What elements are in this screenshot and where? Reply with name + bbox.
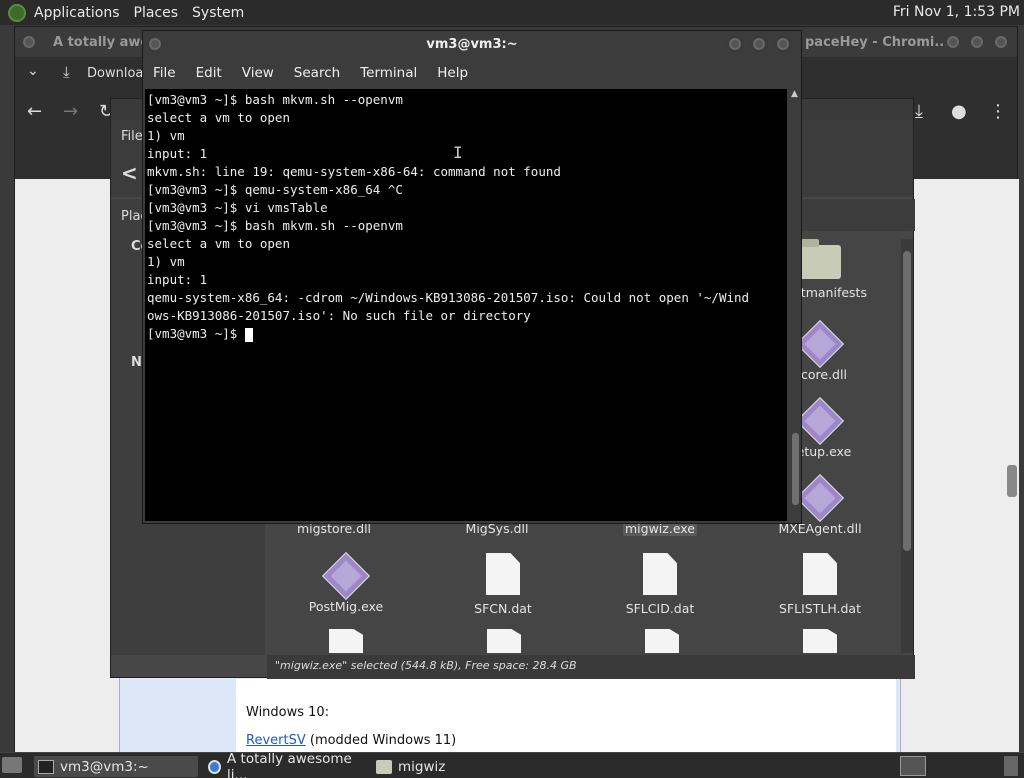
file-item[interactable]: SFLCID.dat	[585, 553, 735, 616]
folder-icon	[799, 239, 841, 279]
menu-edit[interactable]: Edit	[196, 65, 222, 81]
file-icon-partial[interactable]	[487, 629, 521, 653]
file-item[interactable]: SFLISTLH.dat	[745, 553, 895, 616]
trash-icon[interactable]	[1004, 756, 1018, 776]
chromium-scrollbar[interactable]	[1007, 465, 1017, 497]
terminal-line: [vm3@vm3 ~]$ vi vmsTable	[147, 200, 328, 215]
dll-icon	[795, 473, 845, 523]
file-manager-statusbar: "migwiz.exe" selected (544.8 kB), Free s…	[267, 655, 915, 679]
file-icon-partial[interactable]	[645, 629, 679, 653]
terminal-menubar: File Edit View Search Terminal Help	[143, 59, 801, 87]
close-icon[interactable]	[993, 34, 1009, 50]
sidebar-network-label: N	[131, 355, 142, 370]
terminal-titlebar[interactable]: vm3@vm3:~	[143, 31, 801, 59]
terminal-output[interactable]: [vm3@vm3 ~]$ bash mkvm.sh --openvm selec…	[145, 89, 787, 521]
menu-file[interactable]: File	[153, 65, 176, 81]
terminal-line: 1) vm	[147, 128, 185, 143]
chromium-icon	[208, 760, 222, 774]
chromium-title-right: paceHey - Chromi...	[805, 35, 950, 50]
download-tray-icon[interactable]: ⤓	[915, 101, 923, 122]
file-item[interactable]: SFCN.dat	[428, 553, 578, 616]
minimize-icon[interactable]	[945, 34, 961, 50]
fm-back-icon[interactable]: <	[121, 161, 138, 185]
system-menu[interactable]: System	[192, 5, 244, 21]
window-menu-icon[interactable]	[21, 34, 37, 50]
terminal-window: vm3@vm3:~ File Edit View Search Terminal…	[142, 30, 802, 524]
window-menu-icon[interactable]	[147, 36, 163, 52]
task-file-manager[interactable]: migwiz	[372, 756, 536, 777]
terminal-prompt: [vm3@vm3 ~]$	[147, 326, 245, 341]
page-heading: Windows 10:	[246, 705, 330, 720]
terminal-line: mkvm.sh: line 19: qemu-system-x86-64: co…	[147, 164, 561, 179]
scrollbar-thumb[interactable]	[792, 433, 799, 505]
more-menu-icon[interactable]: ⋮	[989, 101, 1007, 122]
task-terminal[interactable]: vm3@vm3:~	[34, 756, 198, 777]
file-icon-partial[interactable]	[329, 629, 363, 653]
file-icon	[803, 553, 837, 595]
file-icon-partial[interactable]	[803, 629, 837, 653]
file-icon	[486, 553, 520, 595]
task-chromium[interactable]: A totally awesome li...	[204, 751, 368, 778]
maximize-icon[interactable]	[751, 36, 767, 52]
terminal-title: vm3@vm3:~	[426, 37, 518, 52]
exe-icon	[321, 551, 371, 601]
file-manager-scrollbar[interactable]	[901, 239, 913, 653]
text-cursor-icon: I	[453, 143, 463, 162]
close-icon[interactable]	[775, 36, 791, 52]
menu-view[interactable]: View	[242, 65, 274, 81]
profile-icon[interactable]: ●	[951, 101, 967, 122]
distro-logo-icon[interactable]	[8, 3, 26, 22]
folder-icon	[376, 760, 392, 774]
terminal-line: input: 1	[147, 146, 208, 161]
terminal-line: [vm3@vm3 ~]$ bash mkvm.sh --openvm	[147, 92, 403, 107]
terminal-line: ows-KB913086-201507.iso': No such file o…	[147, 308, 531, 323]
fm-file-menu[interactable]: File	[121, 129, 143, 144]
file-icon	[643, 553, 677, 595]
terminal-line: [vm3@vm3 ~]$ bash mkvm.sh --openvm	[147, 218, 403, 233]
menu-help[interactable]: Help	[437, 65, 468, 81]
terminal-line: 1) vm	[147, 254, 185, 269]
terminal-line: select a vm to open	[147, 110, 290, 125]
workspace-switcher-icon[interactable]	[900, 756, 926, 776]
chevron-down-icon[interactable]: ⌄	[27, 63, 39, 79]
terminal-line: qemu-system-x86_64: -cdrom ~/Windows-KB9…	[147, 290, 750, 305]
menu-terminal[interactable]: Terminal	[360, 65, 417, 81]
scroll-up-icon[interactable]: ▲	[791, 89, 798, 99]
terminal-scrollbar[interactable]: ▲	[789, 89, 801, 521]
download-icon: ⤓	[63, 63, 70, 81]
clock[interactable]: Fri Nov 1, 1:53 PM	[893, 4, 1020, 20]
places-menu[interactable]: Places	[134, 5, 179, 21]
file-item[interactable]: PostMig.exe	[271, 551, 421, 614]
menu-search[interactable]: Search	[294, 65, 340, 81]
taskbar: vm3@vm3:~ A totally awesome li... migwiz	[0, 751, 1024, 778]
applications-menu[interactable]: Applications	[34, 5, 120, 21]
revertsv-link[interactable]: RevertSV	[246, 733, 306, 748]
terminal-cursor	[244, 327, 253, 342]
terminal-prompt-line[interactable]: [vm3@vm3 ~]$	[147, 325, 785, 343]
forward-icon[interactable]: →	[63, 101, 78, 122]
maximize-icon[interactable]	[969, 34, 985, 50]
terminal-line: [vm3@vm3 ~]$ qemu-system-x86_64 ^C	[147, 182, 403, 197]
exe-icon	[795, 396, 845, 446]
link-suffix: (modded Windows 11)	[305, 733, 457, 748]
show-desktop-icon[interactable]	[2, 757, 22, 773]
top-panel: Applications Places System Fri Nov 1, 1:…	[0, 0, 1024, 25]
terminal-line: select a vm to open	[147, 236, 290, 251]
dll-icon	[795, 319, 845, 369]
page-card: Windows 10: RevertSV (modded Windows 11)	[236, 679, 896, 753]
terminal-line: input: 1	[147, 272, 208, 287]
back-icon[interactable]: ←	[27, 101, 42, 122]
minimize-icon[interactable]	[727, 36, 743, 52]
scrollbar-thumb[interactable]	[903, 251, 911, 551]
terminal-icon	[38, 760, 54, 774]
